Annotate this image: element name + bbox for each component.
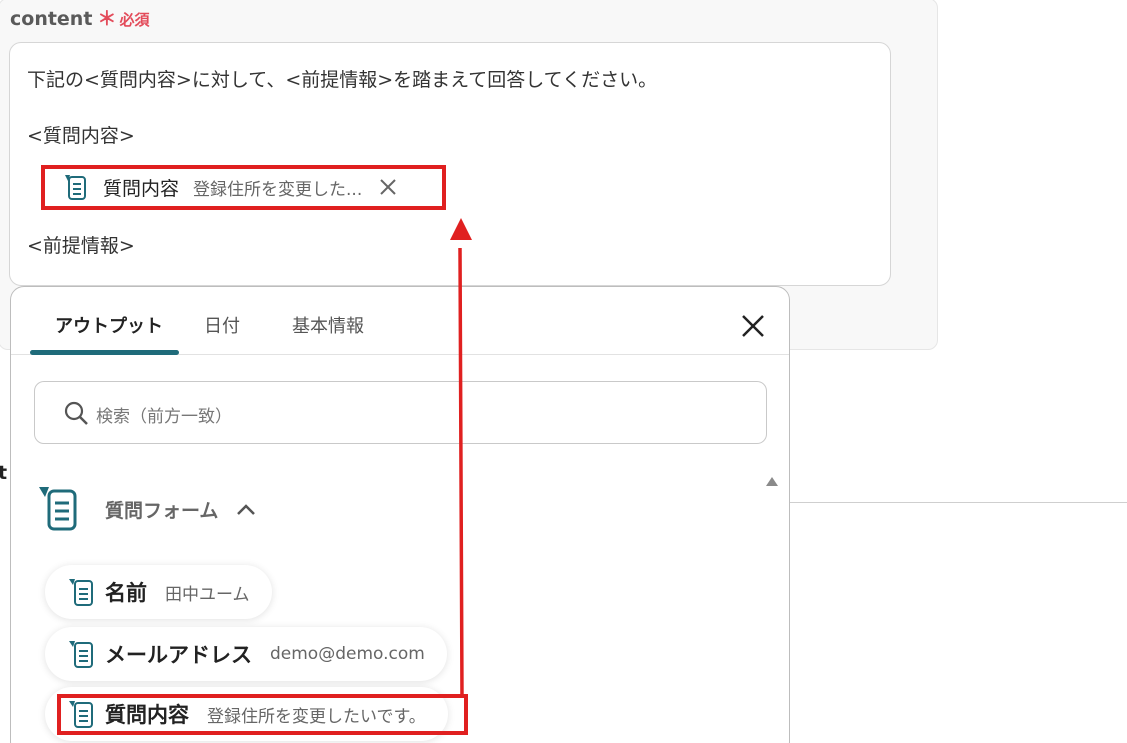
variable-picker-popover: アウトプット 日付 基本情報 検索（前方一致） 質問フォーム 名前 田中ユーム … — [10, 286, 790, 743]
form-icon — [65, 175, 86, 200]
content-line-3: <前提情報> — [27, 235, 135, 257]
form-icon — [69, 701, 93, 728]
search-placeholder: 検索（前方一致） — [96, 407, 232, 427]
chip-name: 質問内容 — [103, 177, 180, 200]
content-line-1: 下記の<質問内容>に対して、<前提情報>を踏まえて回答してください。 — [27, 69, 658, 91]
tab-date[interactable]: 日付 — [204, 312, 240, 338]
active-tab-indicator — [30, 350, 179, 355]
item-value: 登録住所を変更したいです。 — [207, 706, 426, 727]
edge-text: t — [0, 462, 8, 484]
item-value: demo@demo.com — [270, 644, 425, 664]
form-icon — [39, 487, 77, 531]
output-item-question[interactable]: 質問内容 登録住所を変更したいです。 — [45, 687, 448, 741]
chevron-up-icon[interactable] — [236, 502, 256, 516]
required-star: ＊ — [97, 8, 117, 30]
chip-value: 登録住所を変更した... — [193, 179, 363, 200]
output-item-name[interactable]: 名前 田中ユーム — [45, 565, 272, 619]
item-name: 名前 — [105, 581, 147, 605]
content-line-2: <質問内容> — [27, 125, 135, 147]
group-question-form[interactable]: 質問フォーム — [37, 485, 256, 533]
required-text: 必須 — [119, 11, 150, 29]
tab-basic-info[interactable]: 基本情報 — [292, 312, 364, 338]
output-chip-question[interactable]: 質問内容 登録住所を変更した... — [41, 166, 411, 208]
scroll-up-arrow-icon[interactable] — [766, 477, 778, 486]
remove-chip-icon[interactable] — [378, 177, 398, 197]
divider — [790, 502, 1127, 503]
tab-output[interactable]: アウトプット — [55, 312, 163, 338]
item-name: メールアドレス — [105, 643, 252, 667]
form-icon — [69, 641, 93, 668]
close-icon[interactable] — [740, 313, 766, 339]
item-name: 質問内容 — [105, 703, 189, 727]
search-icon — [64, 401, 88, 425]
group-label: 質問フォーム — [105, 499, 219, 522]
tab-bar: アウトプット 日付 基本情報 — [11, 287, 789, 355]
content-editor[interactable]: 下記の<質問内容>に対して、<前提情報>を踏まえて回答してください。 <質問内容… — [9, 42, 891, 286]
output-item-email[interactable]: メールアドレス demo@demo.com — [45, 627, 447, 681]
field-label-text: content — [10, 8, 93, 30]
search-input[interactable]: 検索（前方一致） — [34, 381, 767, 444]
form-icon — [69, 579, 93, 606]
field-label: content ＊必須 — [10, 4, 149, 31]
item-value: 田中ユーム — [165, 584, 250, 605]
